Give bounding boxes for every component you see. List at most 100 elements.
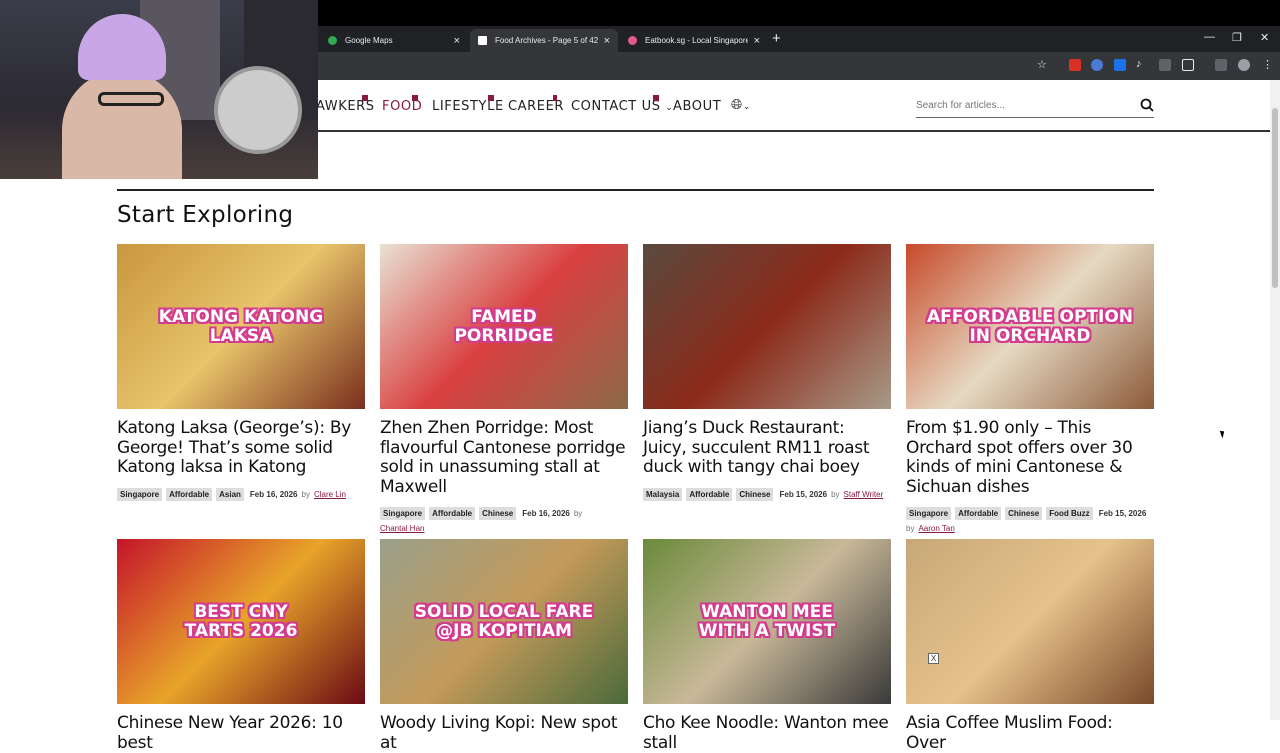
author-link[interactable]: Aaron Tan xyxy=(918,524,954,533)
profile-avatar-icon[interactable] xyxy=(1238,59,1250,71)
nav-label: AWKERS xyxy=(316,99,375,114)
close-icon[interactable]: × xyxy=(454,35,460,47)
extension-icon[interactable] xyxy=(1114,59,1126,71)
career-icon xyxy=(553,95,557,101)
browser-toolbar: ☆ ♪ ⋮ xyxy=(318,52,1280,80)
article-thumbnail[interactable]: SOLID LOCAL FARE @JB KOPITIAM xyxy=(380,539,628,704)
article-thumbnail[interactable] xyxy=(906,539,1154,704)
category-tag[interactable]: Chinese xyxy=(479,507,517,520)
nav-label: CONTACT US xyxy=(571,99,661,114)
article-thumbnail[interactable]: FAMED PORRIDGE xyxy=(380,244,628,409)
article-thumbnail[interactable]: AFFORDABLE OPTION IN ORCHARD xyxy=(906,244,1154,409)
category-tag[interactable]: Malaysia xyxy=(643,487,683,501)
author-link[interactable]: Chantal Han xyxy=(380,524,424,533)
close-icon[interactable]: × xyxy=(604,35,610,47)
author-link[interactable]: Staff Writer xyxy=(844,490,884,499)
close-window-button[interactable]: ✕ xyxy=(1260,31,1269,44)
nav-item-lifestyle[interactable]: LIFESTYLE xyxy=(432,95,504,114)
ad-close-button[interactable]: X xyxy=(928,653,939,664)
category-tag[interactable]: Asian xyxy=(216,487,244,501)
category-tag[interactable]: Affordable xyxy=(429,507,476,520)
search-input[interactable] xyxy=(916,94,1126,116)
puzzle-icon[interactable] xyxy=(1182,59,1194,71)
article-title[interactable]: Zhen Zhen Porridge: Most flavourful Cant… xyxy=(380,418,628,497)
article-title[interactable]: From $1.90 only – This Orchard spot offe… xyxy=(906,418,1154,497)
tab-title: Food Archives - Page 5 of 426 xyxy=(495,36,598,45)
byline-prefix: by xyxy=(831,489,840,499)
browser-tab-bar: Google Maps × Food Archives - Page 5 of … xyxy=(318,26,1280,52)
scroll-thumb[interactable] xyxy=(1272,108,1278,288)
category-tag[interactable]: Affordable xyxy=(166,487,213,501)
section-title: Start Exploring xyxy=(117,202,294,228)
nav-item-contact-us[interactable]: CONTACT US ⌄ xyxy=(571,95,673,114)
globe-language-icon[interactable]: 🌐︎⌄ xyxy=(731,97,751,113)
article-title[interactable]: Katong Laksa (George’s): By George! That… xyxy=(117,418,365,478)
thumbnail-banner-text: BEST CNY TARTS 2026 xyxy=(184,601,298,641)
category-tag[interactable]: Chinese xyxy=(1005,507,1043,520)
close-icon[interactable]: × xyxy=(754,35,760,47)
article-card[interactable]: Asia Coffee Muslim Food: Over xyxy=(906,539,1154,753)
media-icon[interactable] xyxy=(1215,59,1227,71)
extension-icon[interactable] xyxy=(1091,59,1103,71)
publish-date: Feb 16, 2026 xyxy=(522,509,570,518)
category-tag[interactable]: Affordable xyxy=(955,507,1002,520)
thumbnail-banner-text: AFFORDABLE OPTION IN ORCHARD xyxy=(926,306,1134,346)
thumbnail-banner-text: KATONG KATONG LAKSA xyxy=(158,306,324,346)
author-link[interactable]: Clare Lin xyxy=(314,490,346,499)
publish-date: Feb 16, 2026 xyxy=(249,489,298,499)
article-thumbnail[interactable] xyxy=(643,244,891,409)
map-pin-icon xyxy=(328,36,337,45)
nav-item-about[interactable]: ABOUT xyxy=(673,99,721,114)
article-card[interactable]: SOLID LOCAL FARE @JB KOPITIAM Woody Livin… xyxy=(380,539,628,753)
extension-icon[interactable] xyxy=(1069,59,1081,71)
article-title[interactable]: Jiang’s Duck Restaurant: Juicy, succulen… xyxy=(643,418,891,478)
article-meta: Singapore Affordable Asian Feb 16, 2026 by Cl… xyxy=(117,487,365,501)
article-thumbnail[interactable]: WANTON MEE WITH A TWIST xyxy=(643,539,891,704)
category-tag[interactable]: Food Buzz xyxy=(1046,507,1093,520)
category-tag[interactable]: Singapore xyxy=(117,487,163,501)
nav-label: FOOD xyxy=(382,99,423,114)
site-navigation: AWKERS FOOD LIFESTYLE CAREER CONTACT US … xyxy=(316,80,1272,132)
tab-google-maps[interactable]: Google Maps × xyxy=(320,29,468,52)
section-divider xyxy=(117,189,1154,191)
tab-food-archives[interactable]: Food Archives - Page 5 of 426 × xyxy=(470,29,618,52)
minimize-button[interactable]: — xyxy=(1204,31,1215,43)
article-card[interactable]: KATONG KATONG LAKSA Katong Laksa (George’… xyxy=(117,244,365,501)
byline-prefix: by xyxy=(573,509,583,518)
article-card[interactable]: BEST CNY TARTS 2026 Chinese New Year 2026… xyxy=(117,539,365,753)
streamer-image xyxy=(62,70,182,179)
article-card[interactable]: Jiang’s Duck Restaurant: Juicy, succulen… xyxy=(643,244,891,501)
restore-button[interactable]: ❐ xyxy=(1232,31,1242,44)
category-tag[interactable]: Singapore xyxy=(906,507,952,520)
new-tab-button[interactable]: + xyxy=(772,30,781,47)
nav-label: ABOUT xyxy=(673,99,722,114)
article-card[interactable]: AFFORDABLE OPTION IN ORCHARD From $1.90 o… xyxy=(906,244,1154,533)
nav-label: CAREER xyxy=(508,99,565,114)
volume-icon[interactable]: ♪ xyxy=(1136,58,1148,70)
bookmark-star-icon[interactable]: ☆ xyxy=(1037,58,1049,71)
menu-kebab-icon[interactable]: ⋮ xyxy=(1262,58,1274,71)
page-scrollbar[interactable] xyxy=(1270,80,1280,720)
nav-item-hawkers[interactable]: AWKERS xyxy=(316,95,375,114)
category-tag[interactable]: Singapore xyxy=(380,507,426,520)
article-thumbnail[interactable]: BEST CNY TARTS 2026 xyxy=(117,539,365,704)
article-card[interactable]: WANTON MEE WITH A TWIST Cho Kee Noodle: W… xyxy=(643,539,891,753)
nav-item-career[interactable]: CAREER xyxy=(508,95,565,114)
article-thumbnail[interactable]: KATONG KATONG LAKSA xyxy=(117,244,365,409)
thumbnail-banner-text: SOLID LOCAL FARE @JB KOPITIAM xyxy=(414,601,594,641)
extension-icon[interactable] xyxy=(1159,59,1171,71)
phone-icon xyxy=(653,95,659,101)
glasses-image xyxy=(98,92,164,106)
article-card[interactable]: FAMED PORRIDGE Zhen Zhen Porridge: Most f… xyxy=(380,244,628,533)
byline-prefix: by xyxy=(301,489,310,499)
tab-eatbook[interactable]: Eatbook.sg - Local Singapore F × xyxy=(620,29,768,52)
byline-prefix: by xyxy=(906,524,915,533)
article-meta: Singapore Affordable Chinese Feb 16, 2026 by… xyxy=(380,507,628,533)
search-icon[interactable] xyxy=(1140,98,1154,112)
thumbnail-banner-text: FAMED PORRIDGE xyxy=(454,306,554,346)
category-tag[interactable]: Affordable xyxy=(686,487,733,501)
lifestyle-icon xyxy=(488,95,494,101)
nav-item-food[interactable]: FOOD xyxy=(382,95,423,114)
category-tag[interactable]: Chinese xyxy=(736,487,774,501)
nav-label: LIFESTYLE xyxy=(432,99,504,114)
